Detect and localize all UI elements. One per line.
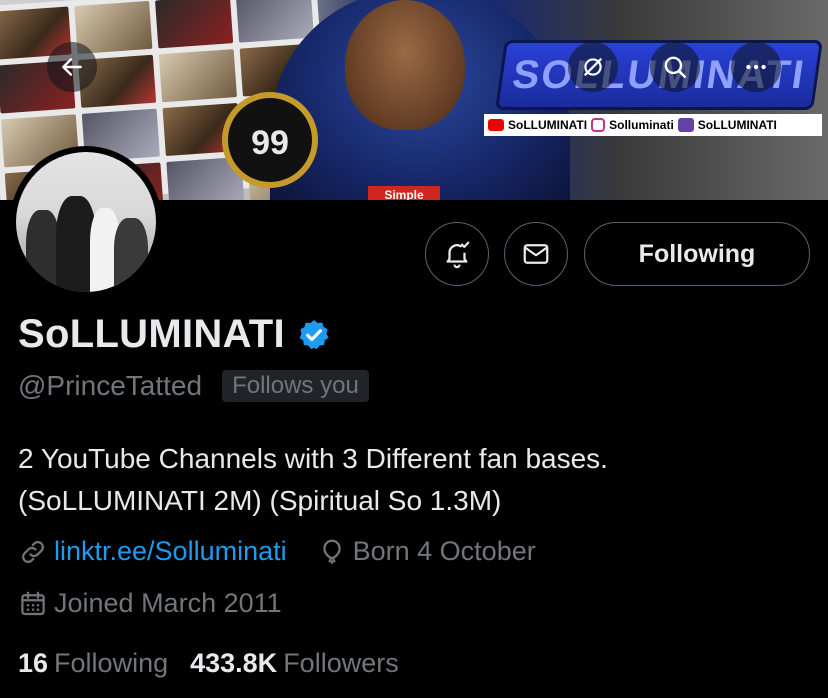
follows-you-badge: Follows you <box>222 370 369 402</box>
user-handle: @PrinceTatted <box>18 370 203 401</box>
social-handles-strip: SoLLUMINATI Solluminati SoLLUMINATI <box>484 114 822 136</box>
back-arrow-icon <box>62 58 82 76</box>
banner-character-face <box>345 0 465 130</box>
grok-icon <box>584 58 602 76</box>
more-icon <box>746 64 766 70</box>
notifications-button[interactable] <box>425 222 489 286</box>
search-button[interactable] <box>650 42 700 92</box>
instagram-icon <box>591 118 606 132</box>
link-icon <box>22 540 44 563</box>
display-name: SoLLUMINATI <box>18 312 285 356</box>
avatar-photo <box>16 152 156 292</box>
bio-line: 2 YouTube Channels with 3 Different fan … <box>18 443 608 474</box>
back-button[interactable] <box>47 42 97 92</box>
balloon-icon <box>323 539 341 564</box>
rating-badge: 99 <box>222 92 318 188</box>
bell-add-icon <box>446 241 470 269</box>
message-button[interactable] <box>504 222 568 286</box>
birthday: Born 4 October <box>317 536 536 567</box>
more-button[interactable] <box>731 42 781 92</box>
following-button[interactable]: Following <box>584 222 810 286</box>
handle-row: @PrinceTatted Follows you <box>18 370 369 402</box>
followers-stat[interactable]: 433.8K Followers <box>190 648 399 679</box>
follow-stats: 16 Following 433.8K Followers <box>18 648 399 679</box>
youtube-icon <box>488 119 504 131</box>
twitch-icon <box>677 118 694 132</box>
mail-icon <box>523 244 549 264</box>
bio-line: (SoLLUMINATI 2M) (Spiritual So 1.3M) <box>18 485 502 516</box>
profile-link-text[interactable]: linktr.ee/Solluminati <box>54 536 287 567</box>
search-icon <box>664 56 687 79</box>
avatar[interactable] <box>10 146 162 298</box>
verified-badge-icon[interactable] <box>297 318 331 352</box>
banner-tag: Simple <box>368 186 440 200</box>
following-stat[interactable]: 16 Following <box>18 648 168 679</box>
profile-bio: 2 YouTube Channels with 3 Different fan … <box>18 438 818 522</box>
profile-link[interactable]: linktr.ee/Solluminati <box>18 536 287 567</box>
grok-button[interactable] <box>568 42 618 92</box>
display-name-row: SoLLUMINATI <box>18 312 331 357</box>
joined-row: Joined March 2011 <box>18 588 282 619</box>
join-date: Joined March 2011 <box>18 588 282 619</box>
calendar-icon <box>21 591 45 615</box>
profile-meta-row: linktr.ee/Solluminati Born 4 October <box>18 536 536 567</box>
